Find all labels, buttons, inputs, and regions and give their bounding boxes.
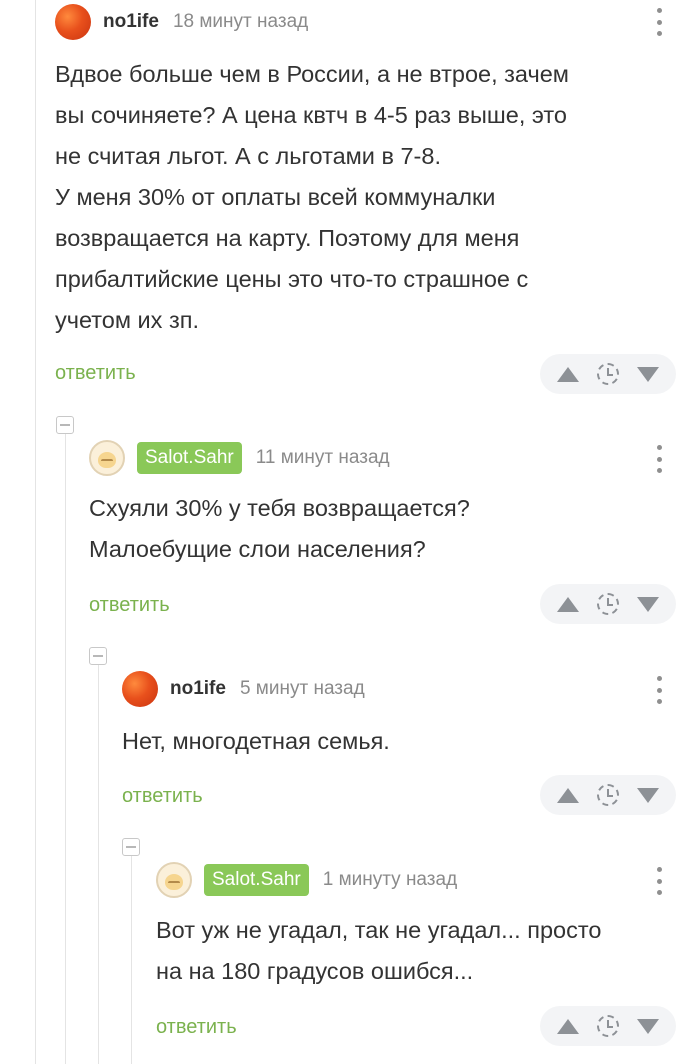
comment-line: учетом их зп. bbox=[55, 307, 199, 333]
vote-controls bbox=[540, 354, 676, 394]
comment-header: Salot.Sahr 1 минуту назад bbox=[156, 860, 457, 900]
more-options-icon[interactable] bbox=[656, 676, 662, 704]
comment-header: no1ife 5 минут назад bbox=[122, 669, 365, 709]
comment-line: Вдвое больше чем в России, а не втрое, з… bbox=[55, 61, 569, 87]
comment-line: У меня 30% от оплаты всей коммуналки bbox=[55, 184, 496, 210]
upvote-icon[interactable] bbox=[557, 596, 579, 612]
more-options-icon[interactable] bbox=[656, 8, 662, 36]
comment-line: Малоебущие слои населения? bbox=[89, 536, 426, 562]
vote-controls bbox=[540, 584, 676, 624]
reply-link[interactable]: ответить bbox=[55, 362, 136, 385]
comment-text: Схуяли 30% у тебя возвращается? Малоебущ… bbox=[89, 488, 679, 570]
upvote-icon[interactable] bbox=[557, 366, 579, 382]
downvote-icon[interactable] bbox=[637, 366, 659, 382]
upvote-icon[interactable] bbox=[557, 787, 579, 803]
comment-author-badge[interactable]: Salot.Sahr bbox=[137, 442, 242, 474]
reply-link[interactable]: ответить bbox=[122, 785, 203, 808]
upvote-icon[interactable] bbox=[557, 1018, 579, 1034]
comment-author[interactable]: no1ife bbox=[103, 11, 159, 33]
downvote-icon[interactable] bbox=[637, 1018, 659, 1034]
comment-time: 11 минут назад bbox=[255, 447, 390, 468]
pending-rating-icon[interactable] bbox=[597, 784, 619, 806]
comment-author-badge[interactable]: Salot.Sahr bbox=[204, 864, 309, 896]
comment-line: возвращается на карту. Поэтому для меня bbox=[55, 225, 520, 251]
downvote-icon[interactable] bbox=[637, 596, 659, 612]
comment-line: прибалтийские цены это что-то страшное с bbox=[55, 266, 529, 292]
comment-line: вы сочиняете? А цена квтч в 4-5 раз выше… bbox=[55, 102, 567, 128]
comment-line: Схуяли 30% у тебя возвращается? bbox=[89, 495, 470, 521]
downvote-icon[interactable] bbox=[637, 787, 659, 803]
comment-line: Нет, многодетная семья. bbox=[122, 728, 390, 754]
pending-rating-icon[interactable] bbox=[597, 1015, 619, 1037]
comment-time: 5 минут назад bbox=[239, 678, 365, 699]
comment-time: 18 минут назад bbox=[172, 11, 309, 32]
reply-link[interactable]: ответить bbox=[89, 594, 170, 617]
user-avatar[interactable] bbox=[89, 440, 125, 476]
pending-rating-icon[interactable] bbox=[597, 363, 619, 385]
collapse-thread-button[interactable] bbox=[56, 416, 74, 434]
comment-text: Вот уж не угадал, так не угадал... прост… bbox=[156, 910, 696, 992]
user-avatar[interactable] bbox=[156, 862, 192, 898]
comment-text: Вдвое больше чем в России, а не втрое, з… bbox=[55, 54, 685, 341]
reply-link[interactable]: ответить bbox=[156, 1016, 237, 1039]
thread-line bbox=[131, 852, 132, 1064]
comment-time: 1 минуту назад bbox=[322, 869, 458, 890]
comment-header: no1ife 18 минут назад bbox=[55, 2, 308, 42]
more-options-icon[interactable] bbox=[656, 445, 662, 473]
comment-text: Нет, многодетная семья. bbox=[122, 721, 682, 762]
more-options-icon[interactable] bbox=[656, 867, 662, 895]
thread-line bbox=[98, 662, 99, 1064]
thread-line bbox=[65, 430, 66, 1064]
comment-line: Вот уж не угадал, так не угадал... прост… bbox=[156, 917, 602, 943]
vote-controls bbox=[540, 1006, 676, 1046]
comment-header: Salot.Sahr 11 минут назад bbox=[89, 438, 390, 478]
user-avatar[interactable] bbox=[55, 4, 91, 40]
comment-line: на на 180 градусов ошибся... bbox=[156, 958, 474, 984]
collapse-thread-button[interactable] bbox=[122, 838, 140, 856]
comment-author[interactable]: no1ife bbox=[170, 678, 226, 700]
comment-line: не считая льгот. А с льготами в 7-8. bbox=[55, 143, 441, 169]
user-avatar[interactable] bbox=[122, 671, 158, 707]
thread-line bbox=[35, 0, 36, 1064]
vote-controls bbox=[540, 775, 676, 815]
collapse-thread-button[interactable] bbox=[89, 647, 107, 665]
pending-rating-icon[interactable] bbox=[597, 593, 619, 615]
